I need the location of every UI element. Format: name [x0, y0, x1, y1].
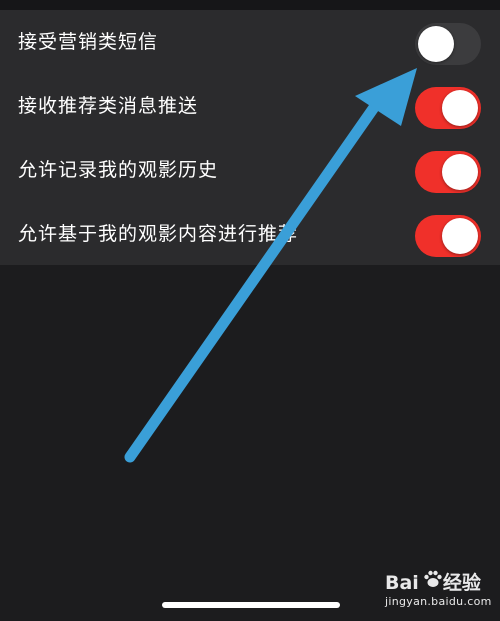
- toggle-knob: [442, 90, 478, 126]
- toggle-knob: [442, 218, 478, 254]
- settings-list: 接受营销类短信 接收推荐类消息推送 允许记录我的观影历史 允许基于我的观影内容进…: [0, 10, 500, 265]
- watermark-brand-left: Bai: [385, 572, 419, 594]
- setting-label: 接收推荐类消息推送: [18, 95, 199, 117]
- setting-label: 允许基于我的观影内容进行推荐: [18, 223, 299, 245]
- setting-label: 允许记录我的观影历史: [18, 159, 219, 181]
- marketing-sms-toggle[interactable]: [415, 23, 481, 65]
- recommendation-push-toggle[interactable]: [415, 87, 481, 129]
- setting-label: 接受营销类短信: [18, 31, 159, 53]
- watermark-url: jingyan.baidu.com: [385, 595, 492, 608]
- top-band: [0, 0, 500, 10]
- watermark-brand-right: 经验: [442, 572, 481, 594]
- toggle-knob: [442, 154, 478, 190]
- baidu-jingyan-watermark: Bai 经验 jingyan.baidu.com: [385, 568, 495, 613]
- setting-row-watch-history: 允许记录我的观影历史: [0, 138, 500, 202]
- toggle-knob: [418, 26, 454, 62]
- personalized-recommendation-toggle[interactable]: [415, 215, 481, 257]
- setting-row-personalized-recommendation: 允许基于我的观影内容进行推荐: [0, 202, 500, 266]
- watch-history-toggle[interactable]: [415, 151, 481, 193]
- paw-icon: [424, 570, 442, 587]
- home-indicator[interactable]: [162, 602, 340, 608]
- setting-row-recommendation-push: 接收推荐类消息推送: [0, 74, 500, 138]
- setting-row-marketing-sms: 接受营销类短信: [0, 10, 500, 74]
